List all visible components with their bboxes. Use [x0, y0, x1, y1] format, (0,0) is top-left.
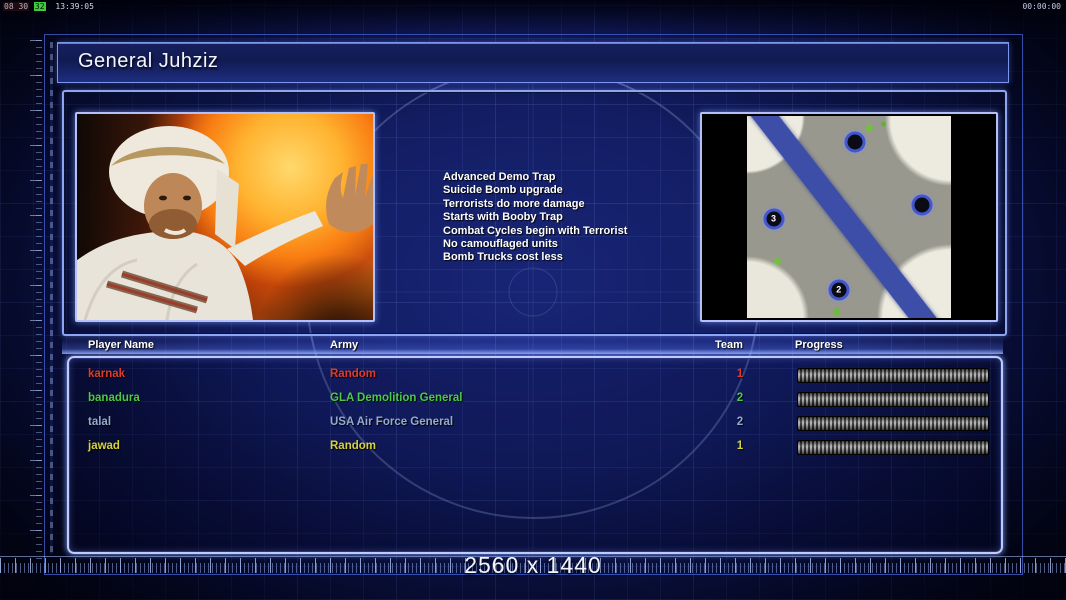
ability-line: Suicide Bomb upgrade: [443, 184, 563, 197]
player-team: 1: [736, 440, 744, 452]
player-army: USA Air Force General: [330, 416, 454, 428]
general-figure: [77, 126, 373, 320]
ability-line: Advanced Demo Trap: [443, 171, 556, 183]
player-list: karnak Random 1 banadura GLA Demolition …: [69, 363, 1001, 552]
player-progress-bar: [797, 392, 989, 407]
player-row: jawad Random 1: [69, 435, 1001, 459]
progress-fill: [798, 417, 988, 430]
start-position-number: 3: [771, 213, 777, 224]
start-position-marker: [911, 194, 933, 216]
ability-line: Combat Cycles begin with Terrorist: [443, 224, 628, 237]
ability-line: Terrorists do more damage: [443, 197, 585, 210]
minimap: 3 2: [747, 116, 951, 318]
player-progress-bar: [797, 368, 989, 383]
column-header-player-name: Player Name: [88, 339, 155, 351]
general-portrait: [75, 112, 375, 322]
loading-screen: 08 30 32 13:39:05 00:00:00 General Juhzi…: [0, 0, 1066, 600]
progress-fill: [798, 369, 988, 382]
debug-counters: 08 30: [3, 2, 30, 11]
debug-fps-value: 32: [33, 2, 46, 11]
top-dark-strip: [0, 0, 1066, 30]
player-team: 1: [736, 368, 744, 380]
column-header-progress: Progress: [795, 339, 843, 351]
page-title: General Juhziz: [78, 50, 219, 72]
player-row: talal USA Air Force General 2: [69, 411, 1001, 435]
column-header-army: Army: [330, 339, 359, 351]
player-row: banadura GLA Demolition General 2: [69, 387, 1001, 411]
progress-fill: [798, 441, 988, 454]
player-army: Random: [330, 440, 376, 452]
player-roster-panel: karnak Random 1 banadura GLA Demolition …: [67, 356, 1003, 554]
player-progress-bar: [797, 440, 989, 455]
minimap-panel: 3 2: [700, 112, 998, 322]
player-name: banadura: [88, 392, 140, 404]
left-ruler-ticks: [30, 40, 42, 560]
player-name: karnak: [88, 368, 126, 380]
player-progress-bar: [797, 416, 989, 431]
start-position-marker: 3: [763, 208, 785, 230]
ability-line: No camouflaged units: [443, 238, 558, 251]
column-header-team: Team: [715, 339, 743, 351]
player-army: Random: [330, 368, 376, 380]
roster-header-row: Player Name Army Team Progress: [62, 337, 1003, 354]
debug-clock: 13:39:05: [55, 2, 94, 11]
start-position-marker: [844, 131, 866, 153]
player-name: jawad: [88, 440, 120, 452]
player-army: GLA Demolition General: [330, 392, 463, 404]
start-position-number: 2: [836, 284, 842, 295]
debug-readout: 08 30 32 13:39:05: [3, 2, 95, 11]
match-timer: 00:00:00: [1022, 2, 1061, 11]
ability-line: Bomb Trucks cost less: [443, 251, 563, 264]
progress-fill: [798, 393, 988, 406]
ability-line: Starts with Booby Trap: [443, 211, 563, 224]
title-bar: General Juhziz: [57, 42, 1009, 83]
player-team: 2: [736, 416, 744, 428]
player-name: talal: [88, 416, 112, 428]
player-team: 2: [736, 392, 744, 404]
start-position-marker: 2: [828, 279, 850, 301]
general-abilities-list: Advanced Demo Trap Suicide Bomb upgrade …: [443, 171, 693, 265]
resolution-label: 2560 x 1440: [464, 552, 602, 578]
player-row: karnak Random 1: [69, 363, 1001, 387]
